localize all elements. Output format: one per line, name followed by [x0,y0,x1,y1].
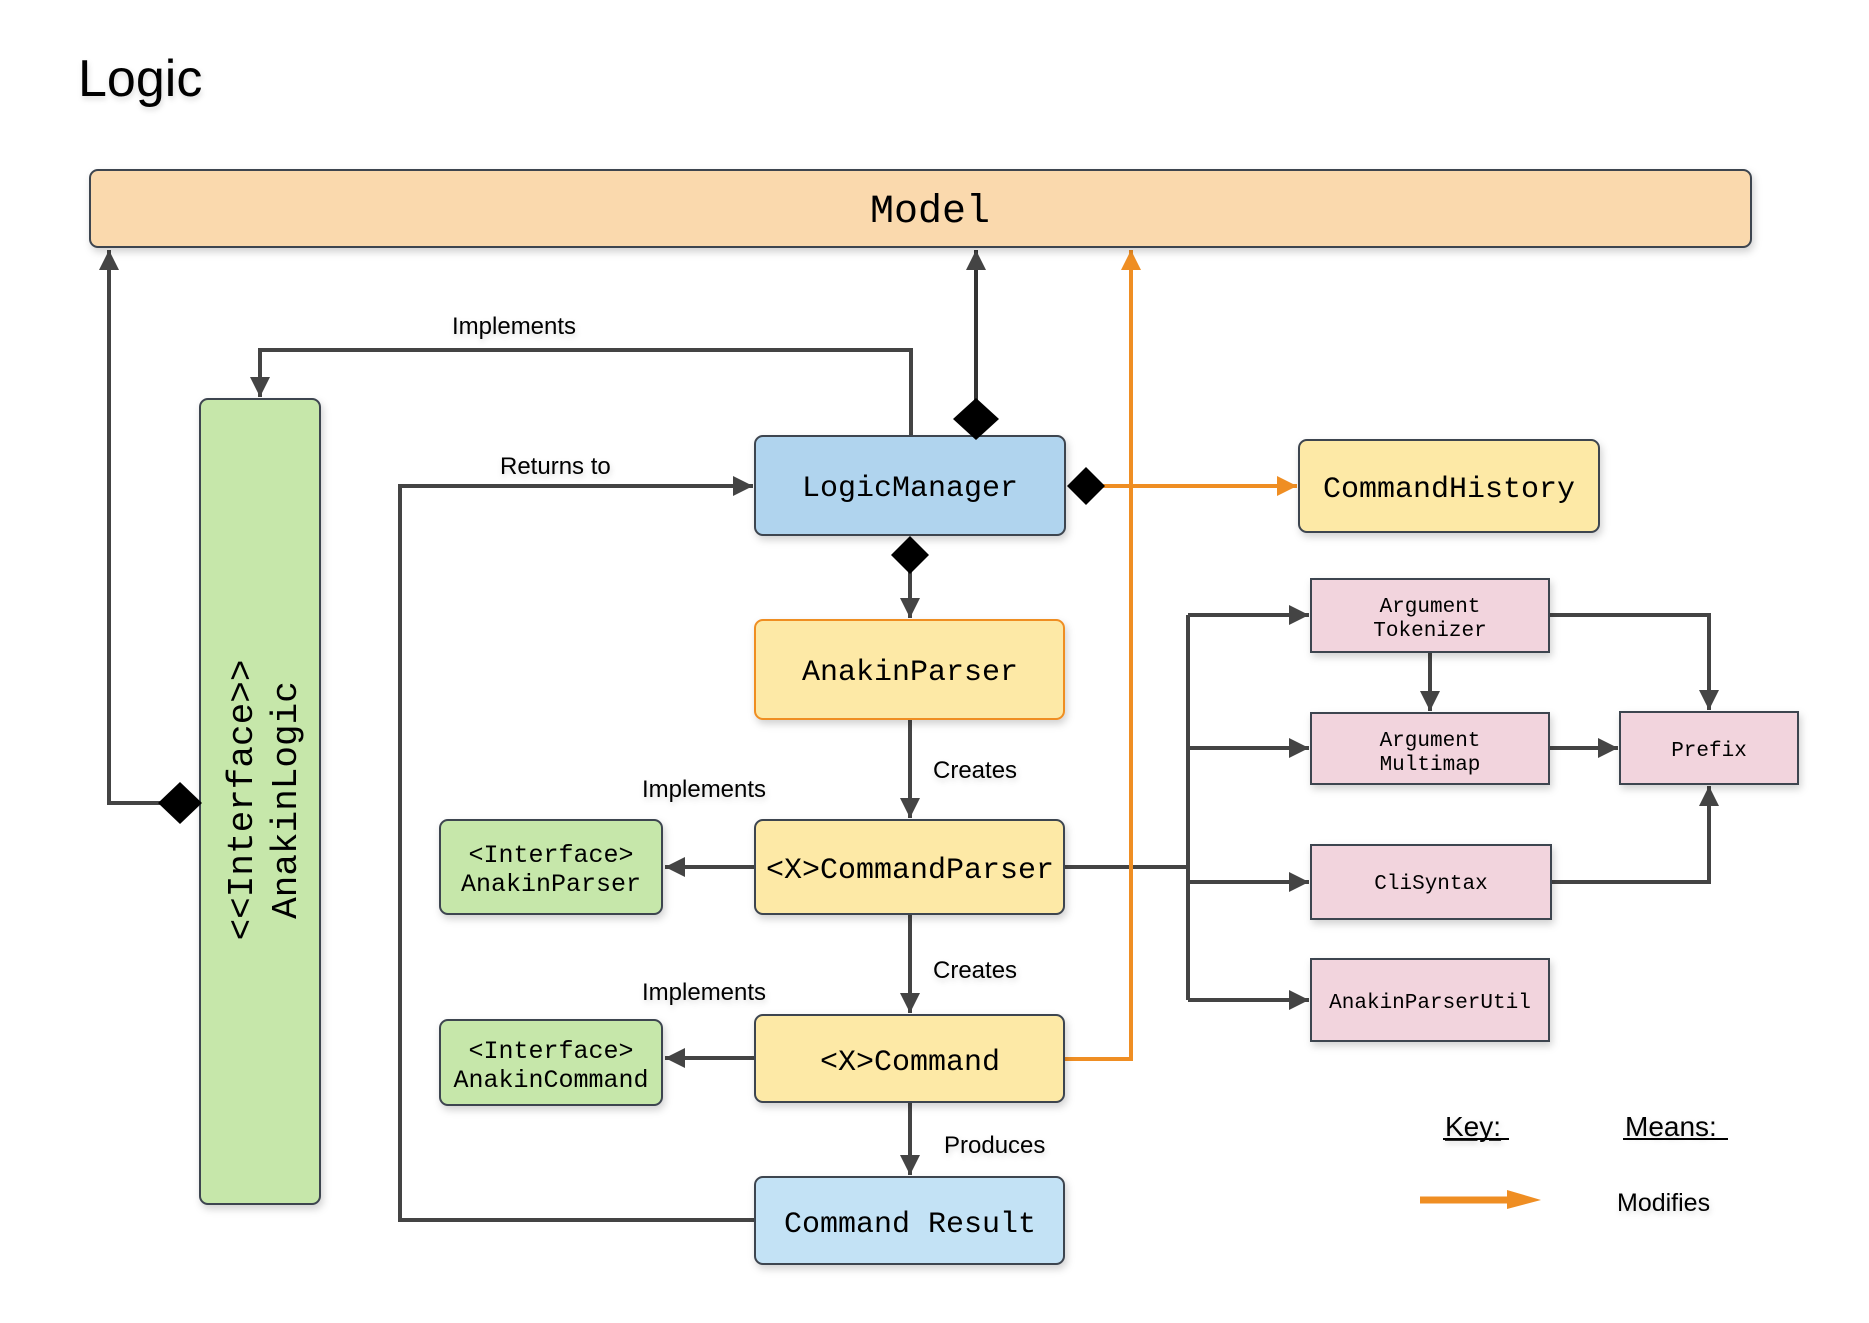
logic-diagram: Logic Model <<Interface>> AnakinLogic Lo… [78,50,1799,1265]
node-x-command-label: <X>Command [820,1046,1000,1080]
diamond-logicmanager-bottom [891,536,929,574]
diagram-title: Logic [78,50,202,108]
node-anakin-logic-interface[interactable]: <<Interface>> AnakinLogic [199,398,321,1205]
node-anakin-logic-line2: AnakinLogic [266,681,307,919]
diamond-logicmanager-top [953,398,999,440]
edge-anakinlogic-to-model [99,250,180,805]
node-prefix-label: Prefix [1671,740,1747,763]
label-returns-to: Returns to [500,453,611,480]
node-cli-syntax-label: CliSyntax [1374,873,1487,896]
node-logic-manager[interactable]: LogicManager [754,435,1066,536]
node-interface-anakin-command-line2: AnakinCommand [453,1066,648,1095]
edge-clisyntax-to-prefix [1551,786,1719,884]
node-x-command-parser-label: <X>CommandParser [766,854,1054,888]
node-command-history[interactable]: CommandHistory [1298,439,1600,533]
legend-means-header: Means: [1625,1111,1717,1142]
legend-modifies-arrowhead-icon [1507,1190,1541,1209]
node-command-result[interactable]: Command Result [754,1176,1065,1265]
node-logic-manager-label: LogicManager [802,472,1018,506]
legend-modifies-label: Modifies [1617,1189,1710,1217]
label-implements-command: Implements [642,979,766,1006]
node-x-command[interactable]: <X>Command [754,1014,1065,1103]
node-command-history-label: CommandHistory [1323,473,1575,507]
label-creates-command: Creates [933,957,1017,984]
node-argument-multimap-line1: Argument [1380,730,1481,753]
node-model[interactable]: Model [89,169,1752,248]
node-model-label: Model [870,190,990,235]
node-anakin-parser-util[interactable]: AnakinParserUtil [1310,958,1550,1042]
node-x-command-parser[interactable]: <X>CommandParser [754,819,1065,915]
label-implements-top: Implements [452,313,576,340]
node-argument-multimap[interactable]: Argument Multimap [1310,712,1550,785]
label-creates-parser: Creates [933,757,1017,784]
edge-logicmanager-implements-anakinlogic [250,348,913,436]
legend: Key: Means: Modifies [1420,1111,1728,1217]
edge-tokenizer-to-prefix [1549,613,1719,710]
node-anakin-parser-util-label: AnakinParserUtil [1329,992,1531,1015]
diamond-logicmanager-right [1067,467,1105,505]
node-command-result-label: Command Result [784,1208,1036,1242]
edge-command-modifies-model [1064,250,1141,1061]
node-interface-anakin-parser-line2: AnakinParser [461,870,641,899]
node-interface-anakin-parser-line1: <Interface> [468,841,633,870]
node-anakin-parser[interactable]: AnakinParser [754,619,1065,720]
node-anakin-parser-label: AnakinParser [802,656,1018,690]
label-produces: Produces [944,1132,1045,1159]
node-interface-anakin-parser[interactable]: <Interface> AnakinParser [439,819,663,915]
node-prefix[interactable]: Prefix [1619,711,1799,785]
diamond-anakinlogic-left [158,782,202,824]
node-anakin-logic-line1: <<Interface>> [222,660,263,941]
node-cli-syntax[interactable]: CliSyntax [1310,844,1552,920]
node-argument-tokenizer-line1: Argument [1380,596,1481,619]
node-argument-tokenizer[interactable]: Argument Tokenizer [1310,578,1550,653]
legend-key-header: Key: [1445,1111,1501,1142]
node-interface-anakin-command[interactable]: <Interface> AnakinCommand [439,1019,663,1106]
node-argument-multimap-line2: Multimap [1380,754,1481,777]
node-argument-tokenizer-line2: Tokenizer [1373,620,1486,643]
node-interface-anakin-command-line1: <Interface> [468,1037,633,1066]
label-implements-parser: Implements [642,776,766,803]
